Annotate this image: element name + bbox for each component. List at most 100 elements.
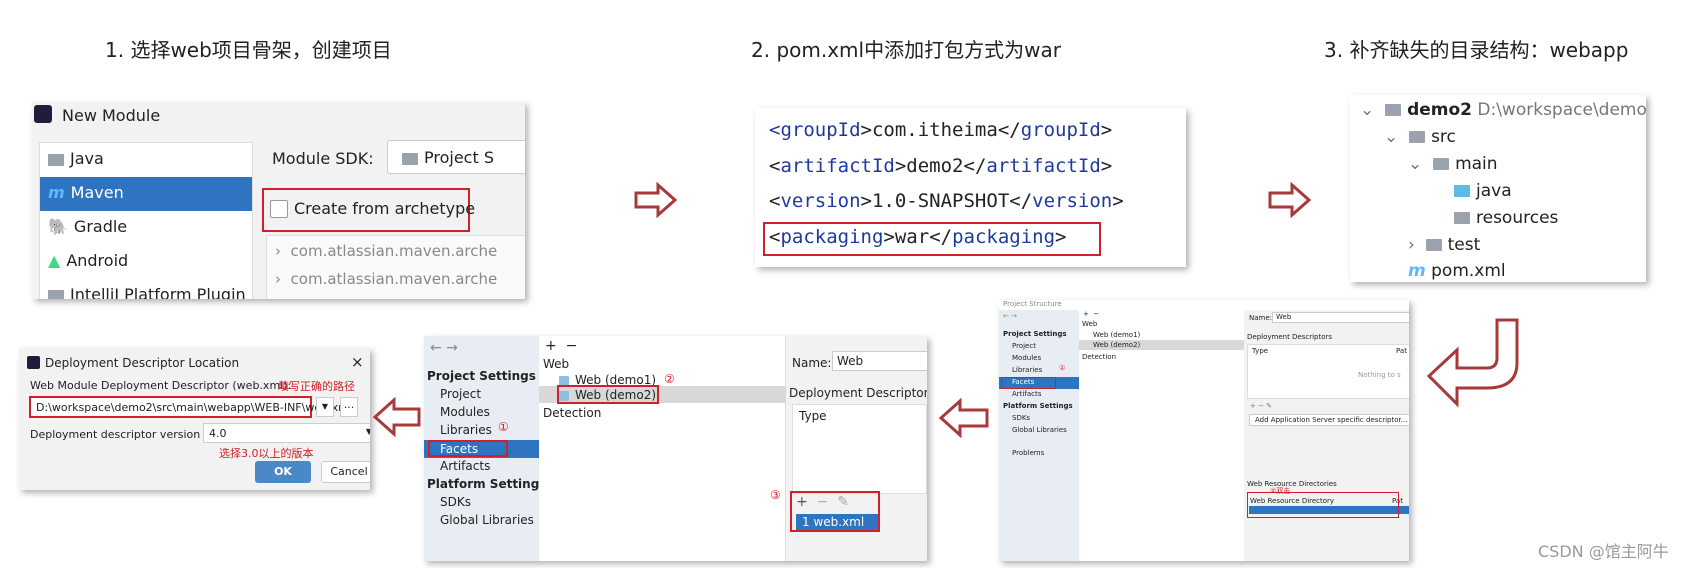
facets-window: ← → Project Settings Project Modules Lib… — [424, 336, 927, 561]
version-label: Deployment descriptor version — [30, 428, 201, 441]
curved-arrow-icon — [1426, 318, 1519, 408]
intellij-logo-icon — [34, 105, 52, 123]
type-column-header: Type — [799, 409, 827, 423]
code-line-artifactid: <artifactId>demo2</artifactId> — [769, 155, 1113, 177]
nav-project[interactable]: Project — [440, 387, 481, 401]
step-3-title: 3. 补齐缺失的目录结构：webapp — [1324, 38, 1629, 62]
name-label: Name: — [792, 356, 832, 370]
dialog-title: Deployment Descriptor Location — [45, 356, 240, 370]
tree-node-test[interactable]: › test — [1408, 235, 1480, 255]
nav-modules[interactable]: Modules — [1012, 354, 1041, 362]
type-java[interactable]: Java — [48, 149, 104, 168]
descriptor-path-input[interactable]: D:\workspace\demo2\src\main\webapp\WEB-I… — [29, 396, 352, 418]
archetype-item[interactable]: › com.atlassian.maven.arche — [275, 270, 497, 288]
facets-list-pane: + − Web Web (demo1) ② Web (demo2) Detect… — [539, 336, 786, 561]
module-folder-icon — [1385, 104, 1402, 116]
descriptor-toolbar[interactable]: + − ✎ — [1250, 402, 1272, 410]
name-input[interactable]: Web — [1272, 312, 1409, 323]
ok-button[interactable]: OK — [255, 461, 311, 483]
browse-button[interactable]: ... — [340, 397, 358, 417]
chevron-down-icon: ▼ — [365, 427, 370, 436]
facet-group-web: Web — [1082, 320, 1098, 328]
highlight-box — [557, 385, 659, 404]
type-gradle[interactable]: 🐘 Gradle — [48, 217, 127, 236]
highlight-box — [1001, 377, 1056, 389]
detection-item[interactable]: Detection — [1082, 353, 1116, 361]
highlight-box — [428, 440, 508, 457]
source-folder-icon — [1454, 185, 1470, 197]
nav-artifacts[interactable]: Artifacts — [440, 459, 490, 473]
tree-node-java[interactable]: java — [1454, 181, 1512, 201]
sdk-label: Module SDK: — [272, 149, 374, 168]
tree-node-pom[interactable]: m pom.xml — [1408, 261, 1506, 281]
add-server-descriptor-button[interactable]: Add Application Server specific descript… — [1249, 414, 1409, 426]
facets-list-pane: + − Web Web (demo1) Web (demo2) Detectio… — [1079, 310, 1244, 561]
close-button[interactable]: × — [351, 353, 364, 371]
module-type-list: Java m Maven 🐘 Gradle ▲ Android IntelliJ Pl… — [39, 142, 253, 299]
project-settings-heading: Project Settings — [1003, 330, 1067, 338]
nav-sdks[interactable]: SDKs — [440, 495, 471, 509]
add-remove-toolbar[interactable]: + − — [545, 338, 577, 354]
nav-libraries[interactable]: Libraries — [1012, 366, 1042, 374]
tree-node-main[interactable]: ⌄ main — [1408, 154, 1498, 174]
nav-project[interactable]: Project — [1012, 342, 1036, 350]
nav-global-libraries[interactable]: Global Libraries — [440, 513, 534, 527]
intellij-logo-icon — [27, 356, 40, 369]
folder-icon — [1409, 131, 1426, 143]
facet-detail-pane: Name: Web Deployment Descriptors Type ③ … — [770, 336, 927, 561]
version-select[interactable]: 4.0 ▼ — [203, 423, 370, 443]
descriptor-hint: 填写正确的路径 — [278, 380, 355, 393]
gradle-icon: 🐘 — [48, 217, 68, 236]
project-settings-heading: Project Settings — [427, 369, 536, 383]
resources-folder-icon — [1454, 212, 1470, 224]
tree-node-demo2[interactable]: ⌄ demo2 D:\workspace\demo2 — [1360, 100, 1646, 120]
tree-node-src[interactable]: ⌄ src — [1384, 127, 1456, 147]
nav-modules[interactable]: Modules — [440, 405, 490, 419]
step-marker-1: ① — [1059, 364, 1066, 372]
settings-sidebar: ← → Project Settings Project Modules Lib… — [999, 310, 1079, 561]
arrow-left-icon — [938, 398, 989, 438]
type-intellij-plugin[interactable]: IntelliJ Platform Plugin — [48, 285, 246, 299]
back-forward-icons[interactable]: ← → — [430, 340, 458, 356]
tree-node-resources[interactable]: resources — [1454, 208, 1558, 228]
facet-web-demo2[interactable]: Web (demo2) — [1093, 341, 1140, 349]
project-structure-window: Project Structure ← → Project Settings P… — [999, 300, 1409, 561]
nav-artifacts[interactable]: Artifacts — [1012, 390, 1041, 398]
deployment-descriptors-heading: Deployment Descriptors — [1247, 333, 1333, 341]
name-label: Name: — [1249, 314, 1273, 322]
cancel-button[interactable]: Cancel — [321, 461, 370, 483]
sdk-select[interactable]: Project S — [387, 140, 525, 174]
back-forward-icons[interactable]: ← → — [1003, 312, 1017, 320]
folder-icon — [402, 152, 418, 165]
type-android[interactable]: ▲ Android — [48, 251, 128, 270]
facet-web-demo1[interactable]: Web (demo1) — [1093, 331, 1140, 339]
nav-sdks[interactable]: SDKs — [1012, 414, 1030, 422]
folder-icon — [48, 153, 64, 166]
path-column-header: Pat — [1396, 347, 1407, 355]
nav-global-libraries[interactable]: Global Libraries — [1012, 426, 1067, 434]
nav-problems[interactable]: Problems — [1012, 449, 1044, 457]
history-dropdown-button[interactable]: ▼ — [316, 397, 334, 417]
web-resource-heading: Web Resource Directories — [1247, 480, 1337, 488]
archetype-item[interactable]: › com.atlassian.maven.arche — [275, 242, 497, 260]
highlight-box — [763, 222, 1101, 256]
nav-libraries[interactable]: Libraries — [440, 423, 492, 437]
detection-item[interactable]: Detection — [543, 406, 601, 420]
project-tree: ⌄ demo2 D:\workspace\demo2 ⌄ src ⌄ main … — [1350, 95, 1646, 282]
code-line-version: <version>1.0-SNAPSHOT</version> — [769, 190, 1124, 212]
android-icon: ▲ — [48, 251, 61, 270]
name-input[interactable]: Web — [832, 351, 927, 371]
arrow-left-icon — [372, 397, 421, 437]
archetype-checkbox[interactable] — [270, 200, 288, 218]
type-maven[interactable]: m Maven — [40, 177, 252, 211]
version-hint: 选择3.0以上的版本 — [219, 447, 314, 460]
add-remove-toolbar[interactable]: + − — [1083, 310, 1099, 318]
folder-icon — [1433, 158, 1450, 170]
step-marker-2: ② — [664, 372, 675, 386]
platform-settings-heading: Platform Settings — [427, 477, 547, 491]
platform-settings-heading: Platform Settings — [1003, 402, 1073, 410]
facet-detail-pane: Name: Web Deployment Descriptors Type Pa… — [1244, 310, 1409, 561]
descriptors-table: Type — [792, 404, 927, 494]
step-1-title: 1. 选择web项目骨架，创建项目 — [105, 38, 392, 62]
deployment-descriptor-dialog: Deployment Descriptor Location × Web Mod… — [19, 348, 370, 490]
